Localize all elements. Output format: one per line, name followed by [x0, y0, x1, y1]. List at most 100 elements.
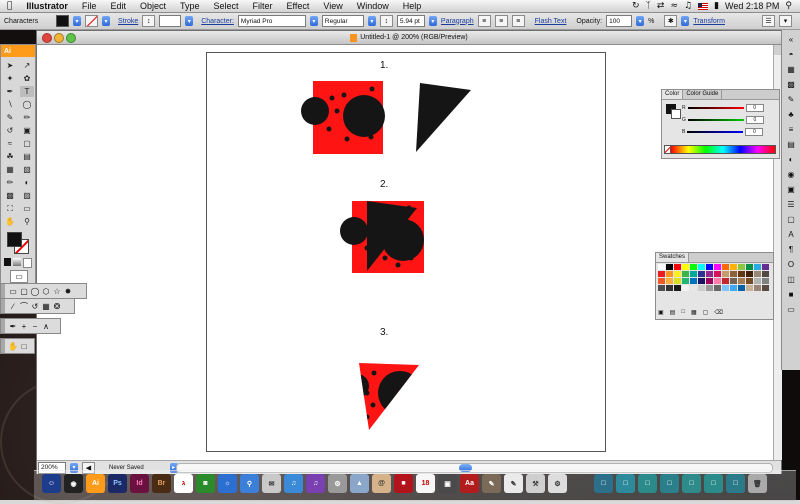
swatch-item[interactable]	[674, 285, 681, 291]
bridge-icon[interactable]: Br	[152, 474, 171, 493]
rounded-rectangle-tool-icon[interactable]: ▢	[19, 286, 29, 296]
gradient-panel-icon[interactable]: ▤	[784, 138, 798, 150]
textedit-icon[interactable]: ✎	[504, 474, 523, 493]
recolor-dropdown-icon[interactable]: ▾	[681, 16, 690, 26]
swatch-item[interactable]	[674, 264, 681, 270]
swatch-item[interactable]	[714, 264, 721, 270]
swatch-item[interactable]	[706, 285, 713, 291]
artwork-1-square-with-circles[interactable]	[301, 81, 385, 154]
menubar-clock[interactable]: Wed 2:18 PM	[725, 1, 779, 11]
system-preferences-icon[interactable]: ⚙	[328, 474, 347, 493]
tools-panel-header[interactable]: Ai	[1, 45, 35, 57]
pencil-tool-icon[interactable]: ✏	[20, 112, 34, 123]
blue-slider[interactable]	[687, 131, 744, 133]
paragraph-panel-icon[interactable]: ¶	[784, 243, 798, 255]
swatch-item[interactable]	[698, 264, 705, 270]
swatch-item[interactable]	[722, 278, 729, 284]
folder-stack-4-icon[interactable]: □	[726, 474, 745, 493]
zoom-button[interactable]	[66, 33, 76, 43]
fill-dropdown-icon[interactable]: ▾	[73, 16, 81, 26]
swatch-item[interactable]	[682, 271, 689, 277]
swatch-item[interactable]	[730, 285, 737, 291]
none-mode-icon[interactable]	[22, 258, 32, 268]
fill-color-box[interactable]	[7, 232, 22, 247]
green-value[interactable]: 0	[745, 116, 764, 124]
lasso-tool-icon[interactable]: ✿	[20, 73, 34, 84]
swatch-item[interactable]	[682, 285, 689, 291]
hand-flyout-tool-icon[interactable]: ✋	[8, 341, 18, 351]
swatch-item[interactable]	[658, 278, 665, 284]
swatch-item[interactable]	[706, 264, 713, 270]
swatch-item[interactable]	[730, 271, 737, 277]
minimize-button[interactable]	[54, 33, 64, 43]
swatch-item[interactable]	[738, 285, 745, 291]
flare-tool-icon[interactable]: ✸	[63, 286, 73, 296]
line-segment-tool-icon[interactable]: ∕	[8, 301, 18, 311]
red-slider[interactable]	[687, 107, 744, 109]
itunes-icon[interactable]: ♫	[306, 474, 325, 493]
symbol-sprayer-tool-icon[interactable]: ☘	[3, 151, 17, 162]
indesign-icon[interactable]: Id	[130, 474, 149, 493]
font-style-field[interactable]: Regular	[321, 15, 364, 27]
stroke-panel-icon[interactable]: ≡	[784, 123, 798, 135]
artwork-2-combined[interactable]	[340, 201, 424, 273]
stroke-none-icon[interactable]	[85, 15, 98, 27]
artwork-svg[interactable]	[207, 53, 605, 451]
swatch-item[interactable]	[698, 278, 705, 284]
swatch-item[interactable]	[738, 271, 745, 277]
ellipse-tool-icon[interactable]: ◯	[20, 99, 34, 110]
font-style-dropdown-icon[interactable]: ▾	[367, 16, 376, 26]
zoom-tool-icon[interactable]: ⚲	[20, 216, 34, 227]
folder-stack-2-icon[interactable]: □	[682, 474, 701, 493]
swatch-item[interactable]	[666, 278, 673, 284]
folder-applications-icon[interactable]: □	[638, 474, 657, 493]
pen-tool-icon[interactable]: ✒	[3, 86, 17, 97]
character-panel-icon[interactable]: A	[784, 228, 798, 240]
blend-tool-icon[interactable]: ◐	[20, 177, 34, 188]
swatch-item[interactable]	[698, 271, 705, 277]
swatch-item[interactable]	[754, 278, 761, 284]
align-center-icon[interactable]: ≡	[494, 15, 508, 27]
tab-swatches[interactable]: Swatches	[656, 253, 690, 262]
swatch-item[interactable]	[762, 271, 769, 277]
tab-color[interactable]: Color	[662, 90, 684, 99]
swatch-item[interactable]	[762, 264, 769, 270]
magic-wand-tool-icon[interactable]: ✦	[3, 73, 17, 84]
bluetooth-icon[interactable]: ᛉ	[646, 1, 651, 11]
close-button[interactable]	[42, 33, 52, 43]
swatch-item[interactable]	[722, 264, 729, 270]
swatch-item[interactable]	[714, 278, 721, 284]
opacity-dropdown-icon[interactable]: ▾	[636, 16, 645, 26]
input-flag-icon[interactable]	[698, 2, 709, 10]
swatch-item[interactable]	[762, 285, 769, 291]
stroke-label[interactable]: Stroke	[118, 18, 138, 25]
direct-selection-tool-icon[interactable]: ↗	[20, 60, 34, 71]
spotlight-icon[interactable]: ⚲	[785, 1, 792, 11]
swatches-panel-icon[interactable]: ▩	[784, 78, 798, 90]
folder-stack-3-icon[interactable]: □	[704, 474, 723, 493]
fill-stroke-widget[interactable]	[5, 230, 35, 256]
convert-anchor-tool-icon[interactable]: ∧	[41, 321, 51, 331]
swatch-item[interactable]	[674, 271, 681, 277]
stroke-weight-stepper[interactable]: ↕	[142, 15, 156, 27]
recolor-icon[interactable]: ✱	[664, 15, 678, 27]
transform-panel-icon[interactable]: ▭	[784, 303, 798, 315]
delete-swatch-icon[interactable]: ⌫	[714, 309, 722, 316]
page-tool-icon[interactable]: □	[19, 341, 29, 351]
swatch-item[interactable]	[690, 264, 697, 270]
show-kinds-icon[interactable]: ▤	[670, 309, 676, 316]
swatch-item[interactable]	[746, 271, 753, 277]
align-left-icon[interactable]: ≡	[477, 15, 491, 27]
ellipse-flyout-tool-icon[interactable]: ◯	[30, 286, 40, 296]
polygon-tool-icon[interactable]: ⬡	[41, 286, 51, 296]
swatch-item[interactable]	[682, 264, 689, 270]
hand-tool-icon[interactable]: ✋	[3, 216, 17, 227]
live-paint-tool-icon[interactable]: ▩	[3, 190, 17, 201]
pen-flyout-tool-icon[interactable]: ✒	[8, 321, 18, 331]
pathfinder-panel-icon[interactable]: ■	[784, 288, 798, 300]
sync-icon[interactable]: ⇄	[657, 1, 665, 11]
menu-edit[interactable]: Edit	[103, 0, 133, 12]
menu-help[interactable]: Help	[396, 0, 429, 12]
align-right-icon[interactable]: ≡	[511, 15, 525, 27]
swatch-item[interactable]	[754, 285, 761, 291]
